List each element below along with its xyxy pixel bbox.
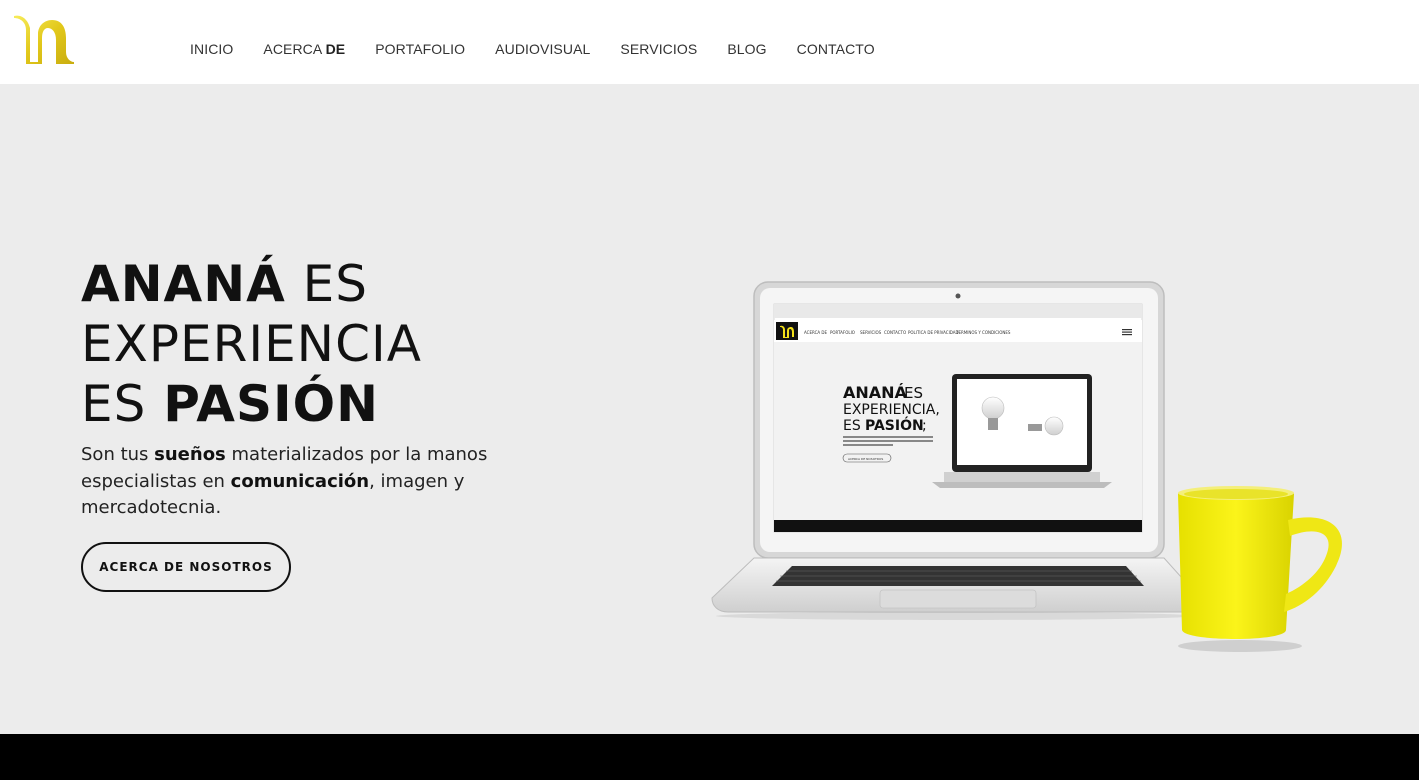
- mini-headline-es-2: ES: [843, 418, 861, 434]
- nav-item-portafolio[interactable]: PORTAFOLIO: [375, 38, 465, 60]
- sub-part-comunicacion: comunicación: [230, 470, 370, 492]
- mini-nav-servicios: SERVICIOS: [860, 330, 882, 335]
- hero-subtext: Son tus sueños materializados por la man…: [81, 442, 521, 522]
- nav-item-audiovisual[interactable]: AUDIOVISUAL: [495, 38, 590, 60]
- nav-item-inicio[interactable]: INICIO: [190, 38, 233, 60]
- mini-headline-es: ES: [904, 384, 923, 402]
- sub-part-1: Son tus: [81, 444, 155, 465]
- mini-nav-contacto: CONTACTO: [884, 330, 906, 335]
- mini-nav-politica: POLITICA DE PRIVACIDAD: [908, 330, 959, 335]
- headline-experiencia: EXPERIENCIA: [81, 315, 422, 373]
- nav-item-acerca-de[interactable]: ACERCA DE: [263, 38, 345, 60]
- mini-nav-terminos: TERMINOS Y CONDICIONES: [955, 330, 1011, 335]
- sub-part-suenos: sueños: [154, 444, 226, 465]
- mini-cta: ACERCA DE NOSOTROS: [848, 457, 883, 461]
- hero-section: ANANÁ ES EXPERIENCIA ES PASIÓN Son tus s…: [0, 84, 1419, 734]
- mini-headline-semicolon: ;: [922, 418, 927, 434]
- site-header: INICIO ACERCA DE PORTAFOLIO AUDIOVISUAL …: [0, 0, 1419, 84]
- mini-headline-pasion: PASIÓN: [865, 416, 924, 434]
- headline-anana: ANANÁ: [81, 255, 286, 313]
- headline-es-2: ES: [81, 375, 164, 433]
- mini-headline-experiencia: EXPERIENCIA,: [843, 402, 940, 418]
- nav-item-acerca-label: ACERCA: [263, 41, 326, 57]
- laptop-mug-illustration: ACERCA DE PORTAFOLIO SERVICIOS CONTACTO …: [711, 281, 1343, 652]
- nav-item-de-label: DE: [325, 41, 346, 57]
- footer-bar: [0, 734, 1419, 780]
- nav-item-blog[interactable]: BLOG: [727, 38, 766, 60]
- nav-item-servicios[interactable]: SERVICIOS: [620, 38, 697, 60]
- mini-headline-anana: ANANÁ: [843, 383, 908, 402]
- mini-nav-portafolio: PORTAFOLIO: [830, 330, 855, 335]
- anana-logo[interactable]: [12, 12, 76, 66]
- headline-pasion: PASIÓN: [163, 375, 379, 433]
- about-us-button[interactable]: ACERCA DE NOSOTROS: [81, 542, 291, 592]
- mini-nav-acerca: ACERCA DE: [804, 330, 827, 335]
- hero-headline: ANANÁ ES EXPERIENCIA ES PASIÓN: [81, 254, 422, 434]
- nav-item-contacto[interactable]: CONTACTO: [797, 38, 875, 60]
- headline-es: ES: [285, 255, 369, 313]
- main-nav: INICIO ACERCA DE PORTAFOLIO AUDIOVISUAL …: [190, 38, 905, 60]
